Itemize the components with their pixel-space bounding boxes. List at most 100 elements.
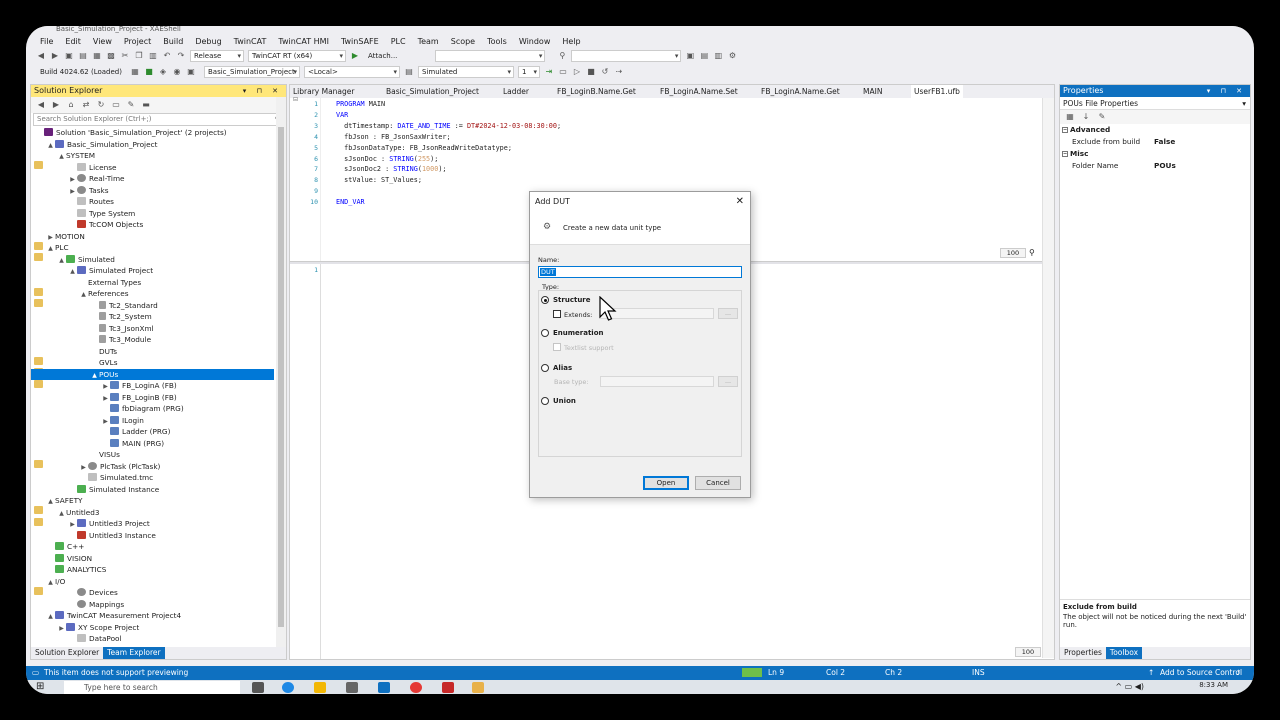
forward-icon[interactable]: ▶	[51, 100, 61, 110]
tree-item-untitled3[interactable]: ▲ Untitled3	[31, 507, 274, 526]
tab-basic-simulation-project[interactable]: Basic_Simulation_Project	[386, 85, 479, 98]
category-misc[interactable]: − Misc	[1060, 148, 1250, 160]
tree-item-references[interactable]: ▲ References	[31, 288, 274, 307]
platform-select[interactable]: TwinCAT RT (x64)	[248, 49, 346, 62]
panel-controls[interactable]: ▾ ⊓ ✕	[243, 85, 282, 97]
tree-item-ladder-prg[interactable]: Ladder (PRG)	[31, 426, 274, 438]
menu-item-help[interactable]: Help	[556, 37, 586, 46]
tree-item-routes[interactable]: Routes	[31, 196, 274, 208]
stop-icon[interactable]: ■	[586, 67, 596, 77]
fold-icon[interactable]: ⊟	[293, 96, 298, 103]
close-icon[interactable]: ✕	[736, 192, 744, 212]
solution-explorer-icon[interactable]: ▣	[685, 51, 695, 61]
tree-item-fbdiagram-prg[interactable]: fbDiagram (PRG)	[31, 403, 274, 415]
tab-fb-logina-name-get[interactable]: FB_LoginA.Name.Get	[761, 85, 840, 98]
tab-toolbox[interactable]: Toolbox	[1105, 647, 1143, 659]
open-icon[interactable]: ▤	[78, 51, 88, 61]
tab-ladder[interactable]: Ladder	[503, 85, 529, 98]
tree-item-fb-loginb-fb[interactable]: ▶ FB_LoginB (FB)	[31, 392, 274, 404]
chrome-icon[interactable]	[410, 682, 422, 693]
tree-item-datapool[interactable]: DataPool	[31, 633, 274, 645]
menu-item-view[interactable]: View	[87, 37, 118, 46]
structure-label[interactable]: Structure	[553, 296, 591, 304]
activate-config-icon[interactable]: ▦	[130, 67, 140, 77]
code-line[interactable]: fbJson : FB_JsonSaxWriter;	[336, 133, 450, 141]
tree-item-twincat-measurement-project4[interactable]: ▲ TwinCAT Measurement Project4	[31, 610, 274, 622]
play-icon[interactable]: ▶	[350, 51, 360, 61]
tree-item-tasks[interactable]: ▶ Tasks	[31, 185, 274, 197]
step-icon[interactable]: ⇢	[614, 67, 624, 77]
tree-item-plc[interactable]: ▲ PLC	[31, 242, 274, 261]
toolbox-icon[interactable]: ▥	[713, 51, 723, 61]
target-browse-icon[interactable]: ▤	[404, 67, 414, 77]
solution-search-input[interactable]: Search Solution Explorer (Ctrl+;) ⚲	[33, 113, 284, 126]
tree-item-safety[interactable]: ▲ SAFETY	[31, 495, 274, 514]
up-arrow-icon[interactable]: ↑	[1148, 666, 1154, 680]
tree-item-motion[interactable]: ▶ MOTION	[31, 231, 274, 250]
category-advanced[interactable]: − Advanced	[1060, 124, 1250, 136]
sync-icon[interactable]: ⇄	[81, 100, 91, 110]
tree-item-visus[interactable]: VISUs	[31, 449, 274, 468]
index-select[interactable]: 1	[517, 65, 540, 78]
back-icon[interactable]: ◀	[36, 51, 46, 61]
tree-item-fb-logina-fb[interactable]: ▶ FB_LoginA (FB)	[31, 380, 274, 392]
tab-library-manager[interactable]: Library Manager	[293, 85, 354, 98]
alphabetical-icon[interactable]: ↓	[1081, 112, 1091, 122]
tab-userfb1[interactable]: UserFB1.ufb	[911, 85, 963, 98]
tree-item-real-time[interactable]: ▶ Real-Time	[31, 173, 274, 185]
tab-properties[interactable]: Properties	[1060, 647, 1106, 659]
code-line[interactable]: fbJsonDataType: FB_JsonReadWriteDatatype…	[336, 144, 512, 152]
acrobat-icon[interactable]	[442, 682, 454, 693]
menu-item-project[interactable]: Project	[118, 37, 157, 46]
zoom-icon[interactable]: ⚲	[1029, 248, 1039, 258]
mode-select[interactable]: Simulated	[417, 65, 514, 78]
tree-item-solution-basic-simulation-project-2-projects[interactable]: Solution 'Basic_Simulation_Project' (2 p…	[31, 127, 274, 139]
config-mode-icon[interactable]: ◈	[158, 67, 168, 77]
tree-item-external-types[interactable]: External Types	[31, 277, 274, 296]
tree-item-tc2-system[interactable]: Tc2_System	[31, 311, 274, 323]
settings-icon[interactable]: ⚙	[727, 51, 737, 61]
bell-icon[interactable]: ♪	[1236, 666, 1241, 680]
wrench-icon[interactable]: ✎	[126, 100, 136, 110]
tree-item-c[interactable]: C++	[31, 541, 274, 553]
alias-label[interactable]: Alias	[553, 364, 572, 372]
tab-solution-explorer[interactable]: Solution Explorer	[31, 647, 103, 659]
tree-item-pous[interactable]: ▲ POUs	[31, 368, 274, 388]
twincat-taskbar-icon[interactable]	[472, 682, 484, 693]
menu-item-twinsafe[interactable]: TwinSAFE	[335, 37, 385, 46]
menu-item-build[interactable]: Build	[157, 37, 189, 46]
mail-icon[interactable]	[378, 682, 390, 693]
home-icon[interactable]: ⌂	[66, 100, 76, 110]
tree-item-type-system[interactable]: Type System	[31, 208, 274, 220]
find-icon[interactable]: ⚲	[557, 51, 567, 61]
property-row[interactable]: Folder Name POUs	[1060, 160, 1250, 172]
extends-checkbox[interactable]	[553, 310, 561, 318]
store-icon[interactable]	[346, 682, 358, 693]
code-line[interactable]: END_VAR	[336, 198, 365, 206]
target-select[interactable]: <Local>	[303, 65, 400, 78]
save-all-icon[interactable]: ▩	[106, 51, 116, 61]
attach-button[interactable]: Attach...	[364, 52, 401, 60]
tree-item-simulated-project[interactable]: ▲ Simulated Project	[31, 265, 274, 277]
collapse-icon[interactable]: −	[1062, 151, 1068, 157]
panel-controls[interactable]: ▾ ⊓ ✕	[1207, 85, 1246, 97]
tree-item-plctask-plctask[interactable]: ▶ PlcTask (PlcTask)	[31, 461, 274, 473]
code-line[interactable]: sJsonDoc : STRING(255);	[336, 155, 438, 163]
tree-item-devices[interactable]: Devices	[31, 587, 274, 599]
tree-item-tc3-jsonxml[interactable]: Tc3_JsonXml	[31, 323, 274, 335]
reset-icon[interactable]: ↺	[600, 67, 610, 77]
logout-icon[interactable]: ▭	[558, 67, 568, 77]
project-select[interactable]: Basic_Simulation_Project	[203, 65, 300, 78]
tree-item-system[interactable]: ▲ SYSTEM	[31, 150, 274, 169]
tree-scrollbar[interactable]	[276, 97, 286, 647]
code-line[interactable]: VAR	[336, 111, 348, 119]
undo-icon[interactable]: ↶	[162, 51, 172, 61]
code-line[interactable]: PROGRAM MAIN	[336, 100, 385, 108]
scroll-thumb[interactable]	[278, 127, 284, 627]
properties-icon[interactable]: ▤	[699, 51, 709, 61]
tree-item-basic-simulation-project[interactable]: ▲ Basic_Simulation_Project	[31, 139, 274, 151]
tray-icons[interactable]: ^ ▭ ◀)	[1115, 682, 1144, 691]
start-icon[interactable]: ▷	[572, 67, 582, 77]
source-control-button[interactable]: Add to Source Control	[1160, 666, 1242, 680]
tree-item-tc2-standard[interactable]: Tc2_Standard	[31, 300, 274, 312]
